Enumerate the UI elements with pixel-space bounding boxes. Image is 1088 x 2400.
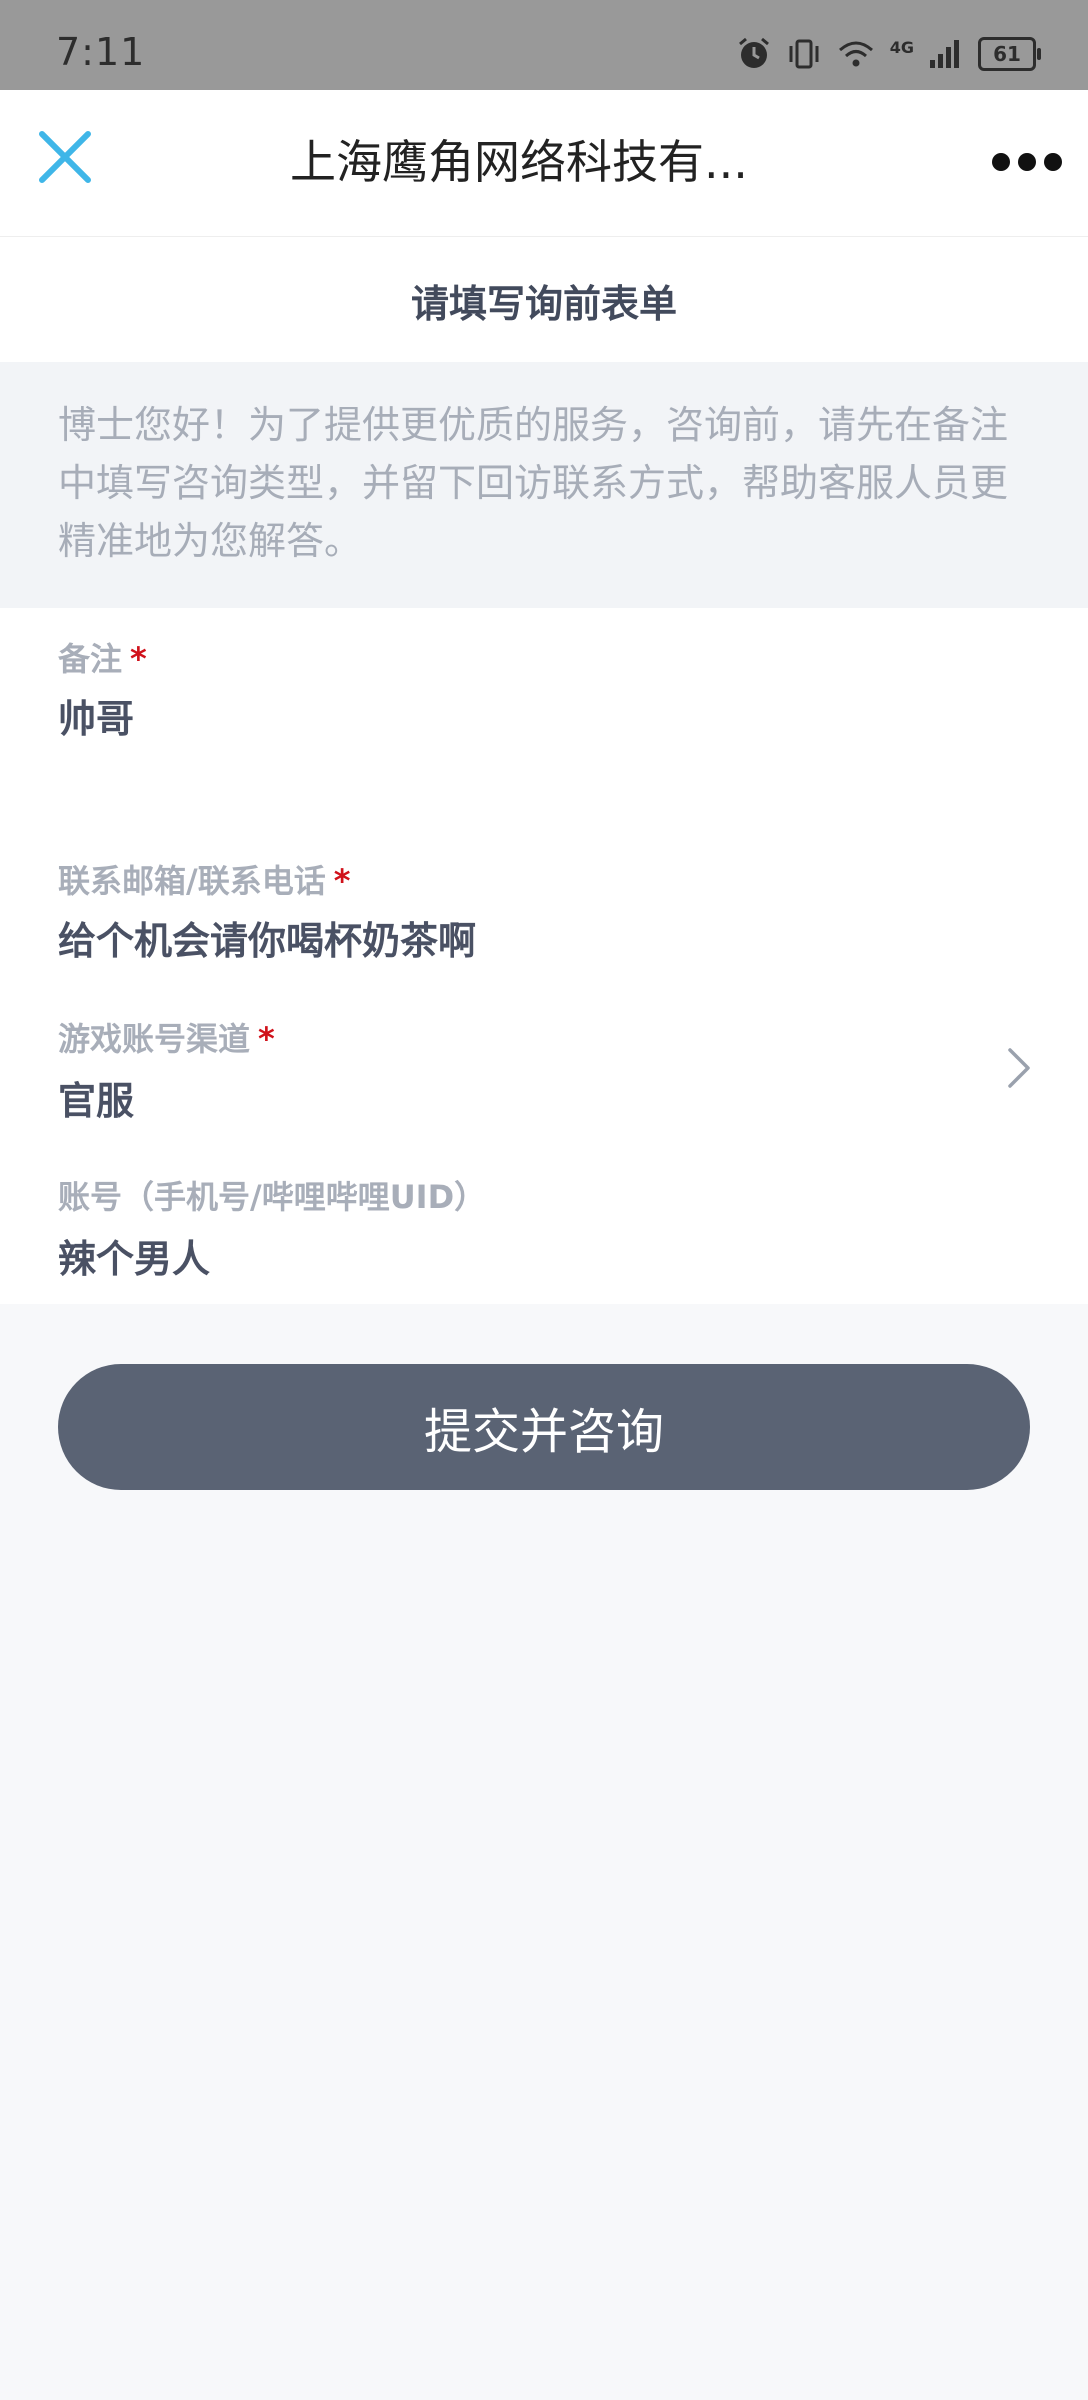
contact-input[interactable]: 给个机会请你喝杯奶茶啊 (58, 910, 476, 965)
status-icons: 4G 61 (736, 34, 1041, 74)
required-mark: * (333, 862, 351, 900)
form-title: 请填写询前表单 (410, 281, 677, 326)
required-mark: * (130, 640, 147, 678)
close-icon[interactable] (36, 128, 94, 186)
dot (1018, 153, 1036, 171)
alarm-icon (738, 37, 769, 68)
contact-field[interactable]: 联系邮箱/联系电话 * 给个机会请你喝杯奶茶啊 (0, 830, 1088, 989)
account-field[interactable]: 账号（手机号/哔哩哔哩UID） 辣个男人 (0, 1146, 1088, 1304)
field-label-text: 备注 (58, 640, 123, 678)
status-bar: 7:11 4G 61 (0, 0, 1088, 90)
field-label-text: 联系邮箱/联系电话 (58, 862, 326, 900)
field-label-text: 游戏账号渠道 (58, 1020, 251, 1058)
form-header: 请填写询前表单 (0, 236, 1088, 363)
field-label: 联系邮箱/联系电话 * (58, 856, 350, 902)
field-label: 游戏账号渠道 * (58, 1014, 275, 1060)
dot (1044, 153, 1062, 171)
signal-icon (930, 40, 959, 68)
notice-text: 博士您好！为了提供更优质的服务，咨询前，请先在备注中填写咨询类型，并留下回访联系… (58, 403, 1009, 563)
status-time: 7:11 (56, 30, 146, 74)
channel-select[interactable]: 官服 (58, 1070, 134, 1125)
vibrate-icon (789, 39, 819, 69)
nav-bar: 上海鹰角网络科技有... (0, 90, 1088, 236)
battery-indicator: 61 (978, 37, 1041, 71)
wifi-icon (838, 41, 873, 67)
remark-input[interactable]: 帅哥 (58, 688, 134, 743)
required-mark: * (258, 1020, 275, 1058)
field-label: 账号（手机号/哔哩哔哩UID） (58, 1172, 486, 1218)
more-dots-icon[interactable] (992, 150, 1062, 174)
submit-button[interactable]: 提交并咨询 (58, 1364, 1030, 1490)
channel-field[interactable]: 游戏账号渠道 * 官服 (0, 988, 1088, 1147)
chevron-right-icon (1008, 1048, 1030, 1088)
field-label-text: 账号（手机号/哔哩哔哩UID） (58, 1178, 487, 1216)
account-input[interactable]: 辣个男人 (58, 1228, 210, 1283)
page-title: 上海鹰角网络科技有... (290, 135, 748, 189)
remark-field[interactable]: 备注 * 帅哥 (0, 608, 1088, 831)
field-label: 备注 * (58, 634, 147, 680)
network-type: 4G (889, 37, 914, 57)
dot (992, 153, 1010, 171)
notice-box: 博士您好！为了提供更优质的服务，咨询前，请先在备注中填写咨询类型，并留下回访联系… (0, 362, 1088, 608)
